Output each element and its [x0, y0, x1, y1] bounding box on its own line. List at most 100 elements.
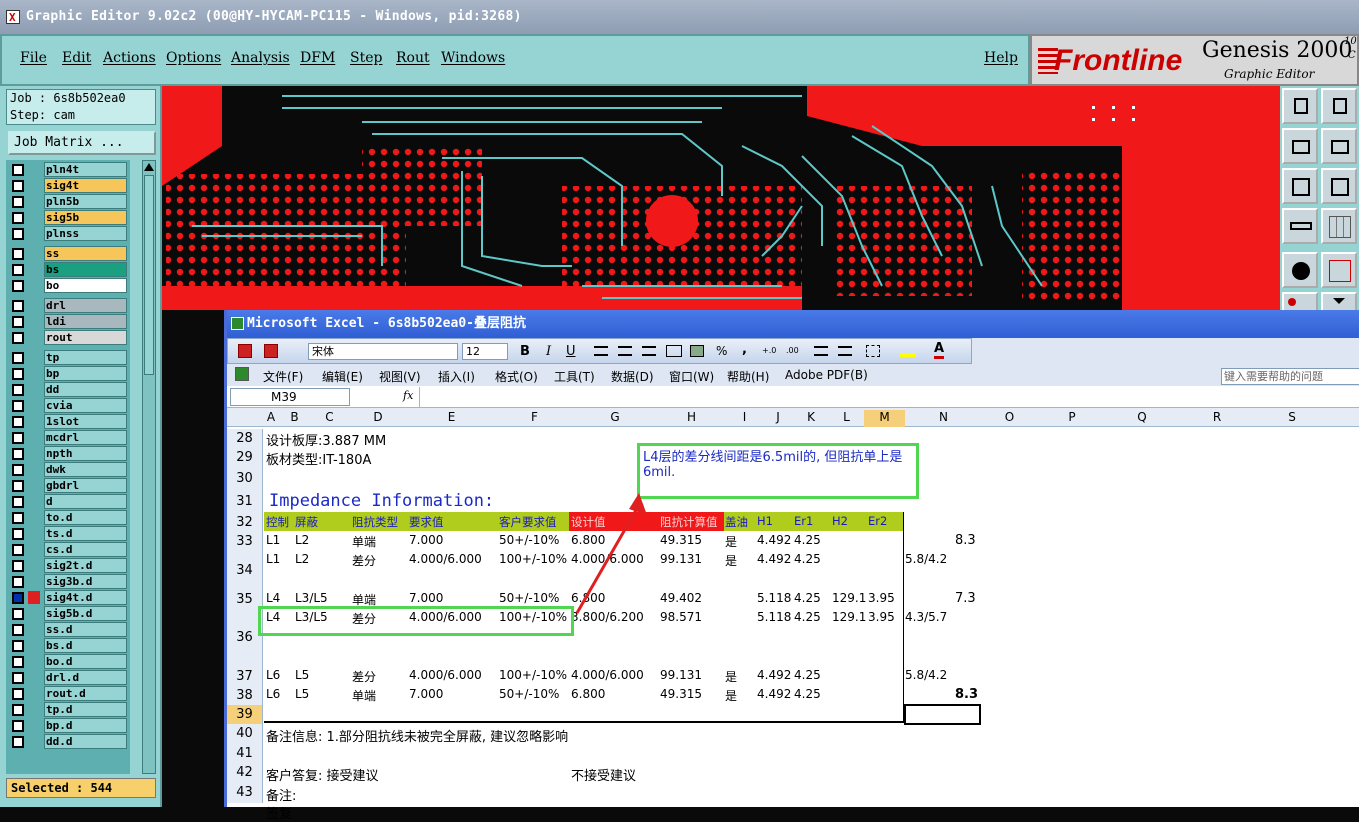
layer-name[interactable]: cs.d: [44, 542, 127, 557]
bold-button[interactable]: B: [520, 344, 530, 359]
column-header-I[interactable]: I: [726, 410, 763, 424]
signature-line[interactable]: 签复: [266, 803, 292, 822]
row-header-42[interactable]: 42: [227, 763, 263, 783]
layer-row-ldi[interactable]: ldi: [6, 314, 130, 330]
layer-scrollbar[interactable]: [142, 160, 156, 774]
layer-row-bo[interactable]: bo: [6, 278, 130, 294]
layer-checkbox[interactable]: [12, 608, 24, 620]
column-header-B[interactable]: B: [279, 410, 310, 424]
layer-checkbox[interactable]: [12, 464, 24, 476]
merge-icon[interactable]: [666, 345, 682, 357]
line-tool[interactable]: [1321, 252, 1357, 288]
row-header-41[interactable]: 41: [227, 744, 263, 763]
layer-name[interactable]: sig3b.d: [44, 574, 127, 589]
move-left-tool[interactable]: [1282, 128, 1318, 164]
layer-row-sig5b[interactable]: sig5b: [6, 210, 130, 226]
layer-name[interactable]: tp.d: [44, 702, 127, 717]
select-tool[interactable]: [1282, 252, 1318, 288]
layer-name[interactable]: bp: [44, 366, 127, 381]
align-left-icon[interactable]: [594, 346, 608, 356]
column-header-J[interactable]: J: [763, 410, 793, 424]
layer-name[interactable]: to.d: [44, 510, 127, 525]
column-header-L[interactable]: L: [829, 410, 864, 424]
layer-row-1slot[interactable]: 1slot: [6, 414, 130, 430]
layer-name[interactable]: bs: [44, 262, 127, 277]
column-header-E[interactable]: E: [407, 410, 496, 424]
layer-row-rout[interactable]: rout: [6, 330, 130, 346]
row-header-30[interactable]: 30: [227, 467, 263, 490]
layer-name[interactable]: 1slot: [44, 414, 127, 429]
comma-icon[interactable]: ,: [742, 342, 747, 357]
layer-name[interactable]: sig4t: [44, 178, 127, 193]
cell-material[interactable]: 板材类型:IT-180A: [266, 449, 371, 468]
layer-checkbox[interactable]: [12, 576, 24, 588]
borders-icon[interactable]: [866, 345, 880, 357]
layer-row-pln5b[interactable]: pln5b: [6, 194, 130, 210]
move-right-tool[interactable]: [1321, 128, 1357, 164]
currency-icon[interactable]: [690, 345, 704, 357]
layer-name[interactable]: bo.d: [44, 654, 127, 669]
layer-checkbox[interactable]: [12, 688, 24, 700]
column-header-D[interactable]: D: [349, 410, 407, 424]
layer-row-tp[interactable]: tp: [6, 350, 130, 366]
layer-checkbox[interactable]: [12, 704, 24, 716]
layer-name[interactable]: tp: [44, 350, 127, 365]
layer-name[interactable]: ts.d: [44, 526, 127, 541]
layer-name[interactable]: rout.d: [44, 686, 127, 701]
excel-menu-help[interactable]: 帮助(H): [727, 368, 769, 385]
layer-name[interactable]: npth: [44, 446, 127, 461]
layer-row-sig3b.d[interactable]: sig3b.d: [6, 574, 130, 590]
layer-name[interactable]: sig4t.d: [44, 590, 127, 605]
row-header-39[interactable]: 39: [227, 705, 263, 724]
layer-row-gbdrl[interactable]: gbdrl: [6, 478, 130, 494]
row-header-29[interactable]: 29: [227, 448, 263, 467]
decrease-decimal-icon[interactable]: .00: [786, 346, 799, 355]
menu-dfm[interactable]: DFM: [300, 50, 335, 66]
layer-row-dwk[interactable]: dwk: [6, 462, 130, 478]
font-name-select[interactable]: 宋体: [308, 343, 458, 360]
fx-icon[interactable]: fx: [403, 389, 413, 402]
layer-name[interactable]: bo: [44, 278, 127, 293]
menu-windows[interactable]: Windows: [441, 50, 505, 66]
layer-name[interactable]: drl.d: [44, 670, 127, 685]
font-color-icon[interactable]: A: [934, 342, 945, 359]
excel-menu-file[interactable]: 文件(F): [263, 368, 303, 385]
column-header-P[interactable]: P: [1037, 410, 1107, 424]
layer-name[interactable]: d: [44, 494, 127, 509]
layer-row-bo.d[interactable]: bo.d: [6, 654, 130, 670]
align-right-icon[interactable]: [642, 346, 656, 356]
layer-row-tp.d[interactable]: tp.d: [6, 702, 130, 718]
measure-tool[interactable]: [1282, 208, 1318, 244]
layer-name[interactable]: mcdrl: [44, 430, 127, 445]
grid-tool[interactable]: [1321, 208, 1357, 244]
scroll-up-icon[interactable]: [144, 163, 154, 171]
remark-info[interactable]: 备注信息: 1.部分阻抗线未被完全屏蔽, 建议忽略影响: [266, 726, 568, 745]
impedance-heading[interactable]: Impedance Information:: [269, 491, 494, 511]
zoom-fit-tool[interactable]: [1282, 168, 1318, 204]
layer-checkbox[interactable]: [12, 264, 24, 276]
layer-checkbox[interactable]: [12, 736, 24, 748]
cell-thickness[interactable]: 设计板厚:3.887 MM: [266, 430, 386, 449]
column-header-R[interactable]: R: [1177, 410, 1257, 424]
row-header-31[interactable]: 31: [227, 490, 263, 513]
excel-menu-insert[interactable]: 插入(I): [438, 368, 475, 385]
layer-checkbox[interactable]: [12, 400, 24, 412]
excel-menu-data[interactable]: 数据(D): [611, 368, 654, 385]
menu-rout[interactable]: Rout: [396, 50, 430, 66]
layer-row-dd[interactable]: dd: [6, 382, 130, 398]
layer-checkbox[interactable]: [12, 332, 24, 344]
layer-row-mcdrl[interactable]: mcdrl: [6, 430, 130, 446]
table-cell[interactable]: 8.3: [955, 687, 978, 702]
layer-name[interactable]: ldi: [44, 314, 127, 329]
layer-checkbox[interactable]: [12, 280, 24, 292]
layer-checkbox[interactable]: [12, 432, 24, 444]
layer-row-ts.d[interactable]: ts.d: [6, 526, 130, 542]
column-header-K[interactable]: K: [793, 410, 829, 424]
job-matrix-button[interactable]: Job Matrix ...: [8, 131, 156, 155]
layer-checkbox[interactable]: [12, 592, 24, 604]
customer-reply-accept[interactable]: 客户答复: 接受建议: [266, 765, 379, 784]
layer-name[interactable]: cvia: [44, 398, 127, 413]
menu-edit[interactable]: Edit: [62, 50, 91, 66]
column-header-O[interactable]: O: [982, 410, 1037, 424]
menu-file[interactable]: File: [20, 50, 47, 66]
